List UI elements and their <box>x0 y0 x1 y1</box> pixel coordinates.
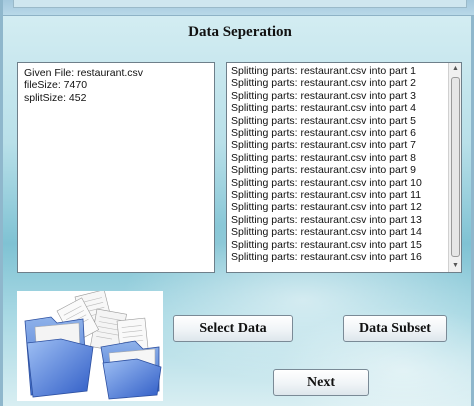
split-log-line: Splitting parts: restaurant.csv into par… <box>231 151 417 164</box>
app-window: Data Seperation Given File: restaurant.c… <box>0 0 474 406</box>
split-log-list: Splitting parts: restaurant.csv into par… <box>231 65 441 264</box>
top-panel <box>13 0 467 8</box>
split-log-line: Splitting parts: restaurant.csv into par… <box>231 189 422 202</box>
vertical-scrollbar[interactable]: ▲ ▼ <box>448 63 461 272</box>
split-log-line: Splitting parts: restaurant.csv into par… <box>231 164 417 177</box>
file-info-line: Given File: restaurant.csv <box>24 67 144 79</box>
scroll-up-icon[interactable]: ▲ <box>451 64 460 74</box>
split-log-line: Splitting parts: restaurant.csv into par… <box>231 176 422 189</box>
folder-with-documents-icon <box>17 289 163 401</box>
split-log-line: Splitting parts: restaurant.csv into par… <box>231 238 422 251</box>
data-subset-button[interactable]: Data Subset <box>343 315 447 342</box>
select-data-button[interactable]: Select Data <box>173 315 293 342</box>
page-title: Data Seperation <box>188 24 292 40</box>
split-log-line: Splitting parts: restaurant.csv into par… <box>231 127 417 140</box>
file-info-line: fileSize: 7470 <box>24 79 88 92</box>
split-log-line: Splitting parts: restaurant.csv into par… <box>231 139 417 152</box>
next-button[interactable]: Next <box>273 369 369 396</box>
split-log-line: Splitting parts: restaurant.csv into par… <box>231 251 422 264</box>
split-log-textarea[interactable]: Splitting parts: restaurant.csv into par… <box>226 62 462 273</box>
split-log-line: Splitting parts: restaurant.csv into par… <box>231 226 422 239</box>
scroll-down-icon[interactable]: ▼ <box>451 261 460 271</box>
split-log-line: Splitting parts: restaurant.csv into par… <box>231 201 422 214</box>
split-log-line: Splitting parts: restaurant.csv into par… <box>231 102 417 115</box>
file-info-textarea[interactable]: Given File: restaurant.csv fileSize: 747… <box>17 62 215 273</box>
split-log-line: Splitting parts: restaurant.csv into par… <box>231 114 417 127</box>
scroll-thumb[interactable] <box>451 77 460 257</box>
split-log-line: Splitting parts: restaurant.csv into par… <box>231 213 422 226</box>
split-log-line: Splitting parts: restaurant.csv into par… <box>231 65 417 77</box>
file-info-line: splitSize: 452 <box>24 91 87 104</box>
split-log-line: Splitting parts: restaurant.csv into par… <box>231 77 417 90</box>
split-log-line: Splitting parts: restaurant.csv into par… <box>231 89 417 102</box>
